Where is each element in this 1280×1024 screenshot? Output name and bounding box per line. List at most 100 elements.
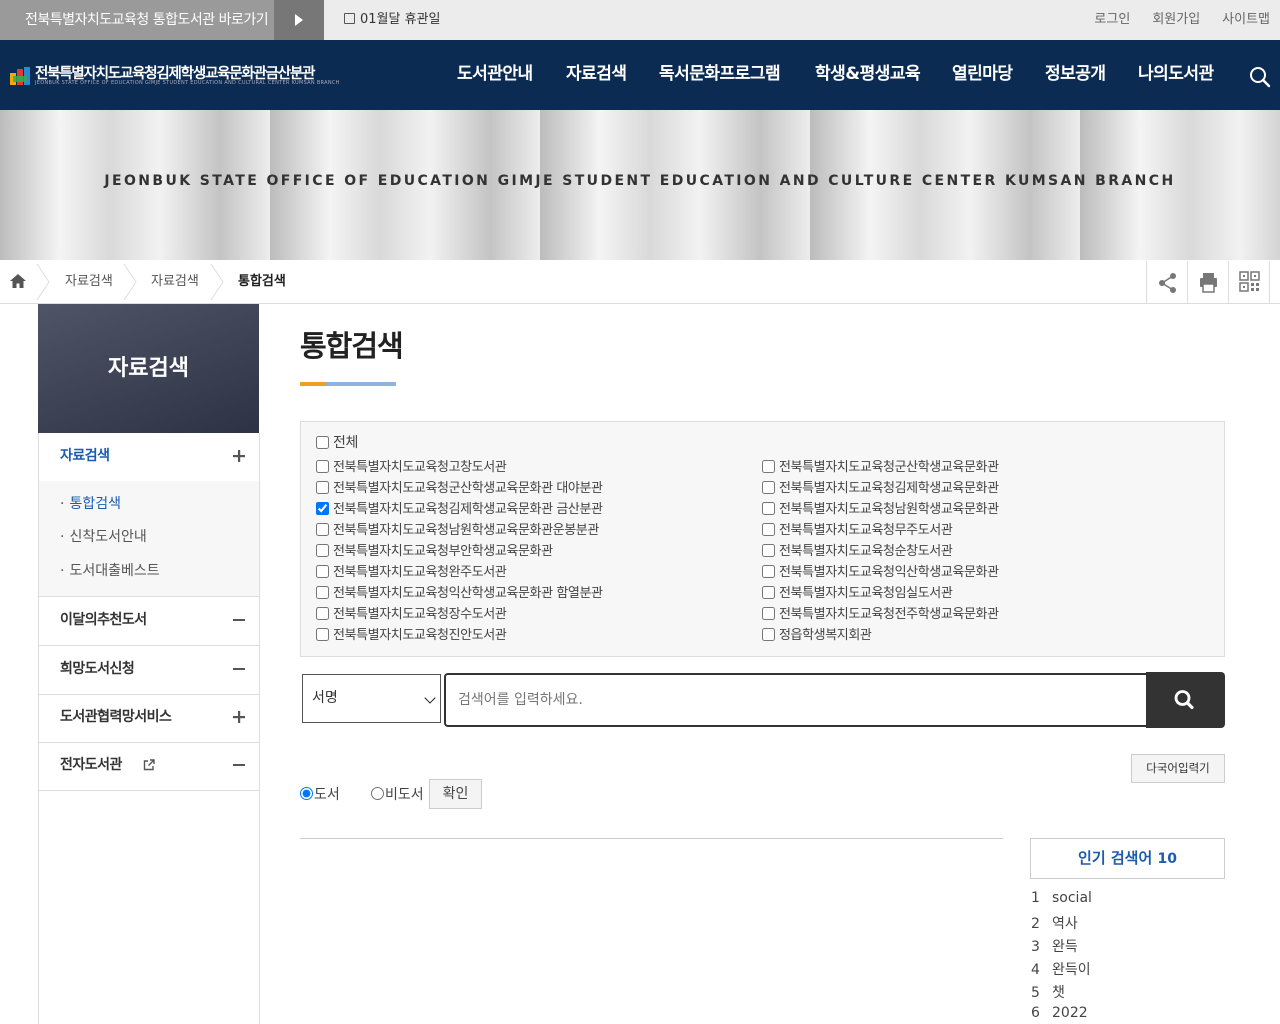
checkbox[interactable] [762, 607, 775, 620]
library-checkbox[interactable]: 전북특별자치도교육청남원학생교육문화관운봉분관 [316, 522, 599, 540]
submenu-integrated-search[interactable]: 통합검색 [60, 493, 121, 513]
popular-keyword-item[interactable]: 6 2022 [1031, 1005, 1088, 1021]
search-field-value: 서명 [312, 690, 338, 706]
library-checkbox-all[interactable]: 전체 [316, 434, 358, 452]
popular-keyword-item[interactable]: 3 완득 [1031, 936, 1078, 956]
library-checkbox[interactable]: 전북특별자치도교육청익산학생교육문화관 [762, 564, 999, 582]
join-link[interactable]: 회원가입 [1152, 12, 1200, 27]
share-button[interactable] [1146, 261, 1187, 303]
multilang-input-button[interactable]: 다국어입력기 [1131, 754, 1225, 783]
library-checkbox[interactable]: 전북특별자치도교육청남원학생교육문화관 [762, 501, 999, 519]
menu-info-disclosure[interactable]: 정보공개 [1045, 40, 1106, 110]
keyword-label: 완득 [1052, 939, 1078, 955]
checkbox[interactable] [316, 481, 329, 494]
library-label: 정읍학생복지회관 [779, 628, 872, 643]
confirm-button[interactable]: 확인 [429, 779, 482, 809]
integrated-library-link[interactable]: 전북특별자치도교육청 통합도서관 바로가기 [0, 0, 274, 40]
sidebar-item-wish-book[interactable]: 희망도서신청 [39, 646, 259, 695]
logo-subtitle: JEONBUK STATE OFFICE OF EDUCATION GIMJE … [35, 80, 340, 86]
submenu-new-books[interactable]: 신착도서안내 [60, 526, 146, 546]
popular-keyword-item[interactable]: 4 완득이 [1031, 959, 1091, 979]
library-label: 전북특별자치도교육청무주도서관 [779, 523, 953, 538]
library-checkbox[interactable]: 전북특별자치도교육청부안학생교육문화관 [316, 543, 553, 561]
menu-search[interactable]: 자료검색 [566, 40, 627, 110]
search-field-select[interactable]: 서명 [302, 674, 441, 723]
library-checkbox[interactable]: 전북특별자치도교육청임실도서관 [762, 585, 953, 603]
checkbox[interactable] [762, 523, 775, 536]
logo-icon[interactable] [10, 67, 30, 85]
breadcrumb-item[interactable]: 자료검색 [151, 260, 199, 304]
library-checkbox[interactable]: 전북특별자치도교육청김제학생교육문화관 금산분관 [316, 501, 603, 519]
checkbox[interactable] [316, 523, 329, 536]
library-checkbox[interactable]: 전북특별자치도교육청익산학생교육문화관 함열분관 [316, 585, 603, 603]
library-checkbox[interactable]: 전북특별자치도교육청장수도서관 [316, 606, 507, 624]
sitemap-link[interactable]: 사이트맵 [1222, 12, 1270, 27]
checkbox[interactable] [762, 565, 775, 578]
library-checkbox[interactable]: 전북특별자치도교육청고창도서관 [316, 459, 507, 477]
library-checkbox[interactable]: 전북특별자치도교육청군산학생교육문화관 [762, 459, 999, 477]
sidebar-item-recommended[interactable]: 이달의추천도서 [39, 597, 259, 646]
checkbox[interactable] [316, 544, 329, 557]
checkbox[interactable] [316, 628, 329, 641]
checkbox[interactable] [762, 460, 775, 473]
title-underline [326, 382, 396, 386]
checkbox[interactable] [316, 436, 329, 449]
sidebar-item-label: 자료검색 [60, 448, 110, 464]
keyword-label: 완득이 [1052, 962, 1091, 978]
checkbox[interactable] [762, 628, 775, 641]
library-label: 전북특별자치도교육청남원학생교육문화관 [779, 502, 999, 517]
menu-library-info[interactable]: 도서관안내 [457, 40, 533, 110]
rank-number: 5 [1031, 985, 1040, 1001]
library-label: 전북특별자치도교육청김제학생교육문화관 [779, 481, 999, 496]
menu-my-library[interactable]: 나의도서관 [1138, 40, 1214, 110]
submenu-loan-best[interactable]: 도서대출베스트 [60, 560, 159, 580]
checkbox[interactable] [316, 607, 329, 620]
home-icon[interactable] [9, 273, 27, 289]
menu-open-forum[interactable]: 열린마당 [952, 40, 1013, 110]
closed-days-label: 01월달 휴관일 [360, 12, 441, 27]
closed-days-link[interactable]: 01월달 휴관일 [344, 0, 440, 40]
radio-book[interactable]: 도서 [300, 784, 340, 804]
search-input[interactable] [444, 673, 1146, 727]
keyword-label: 챗 [1052, 985, 1065, 1001]
checkbox[interactable] [762, 481, 775, 494]
popular-keyword-item[interactable]: 1 social [1031, 890, 1092, 906]
checkbox[interactable] [316, 502, 329, 515]
library-checkbox[interactable]: 전북특별자치도교육청전주학생교육문화관 [762, 606, 999, 624]
external-link-icon [143, 759, 155, 771]
checkbox[interactable] [762, 502, 775, 515]
search-icon[interactable] [1249, 66, 1271, 88]
library-checkbox[interactable]: 전북특별자치도교육청순창도서관 [762, 543, 953, 561]
sidebar-item-cooperation[interactable]: 도서관협력망서비스 [39, 694, 259, 743]
radio[interactable] [371, 787, 384, 800]
sidebar-item-label: 도서관협력망서비스 [60, 709, 172, 725]
qr-button[interactable] [1228, 261, 1270, 303]
sidebar-item-e-library[interactable]: 전자도서관 [39, 742, 259, 791]
checkbox[interactable] [316, 565, 329, 578]
checkbox[interactable] [762, 586, 775, 599]
library-checkbox[interactable]: 전북특별자치도교육청군산학생교육문화관 대야분관 [316, 480, 603, 498]
library-checkbox[interactable]: 전북특별자치도교육청완주도서관 [316, 564, 507, 582]
title-underline-accent [300, 382, 326, 386]
login-link[interactable]: 로그인 [1094, 12, 1130, 27]
popular-keyword-item[interactable]: 5챗 [1031, 982, 1065, 1002]
library-checkbox[interactable]: 전북특별자치도교육청김제학생교육문화관 [762, 480, 999, 498]
popular-keyword-item[interactable]: 2 역사 [1031, 913, 1078, 933]
print-button[interactable] [1187, 261, 1228, 303]
checkbox[interactable] [316, 586, 329, 599]
library-label: 전북특별자치도교육청김제학생교육문화관 금산분관 [333, 502, 603, 517]
library-checkbox[interactable]: 전북특별자치도교육청무주도서관 [762, 522, 953, 540]
checkbox[interactable] [762, 544, 775, 557]
menu-education[interactable]: 학생&평생교육 [815, 40, 921, 110]
search-submit-button[interactable] [1146, 672, 1225, 728]
menu-reading-program[interactable]: 독서문화프로그램 [659, 40, 781, 110]
library-checkbox[interactable]: 전북특별자치도교육청진안도서관 [316, 627, 507, 645]
radio-nonbook[interactable]: 비도서 [371, 784, 424, 804]
radio[interactable] [300, 787, 313, 800]
library-checkbox[interactable]: 정읍학생복지회관 [762, 627, 872, 645]
checkbox[interactable] [316, 460, 329, 473]
breadcrumb-item[interactable]: 자료검색 [65, 260, 113, 304]
library-label: 전북특별자치도교육청군산학생교육문화관 [779, 460, 999, 475]
sidebar-item-search[interactable]: 자료검색 [39, 433, 259, 482]
play-icon[interactable] [274, 0, 324, 40]
